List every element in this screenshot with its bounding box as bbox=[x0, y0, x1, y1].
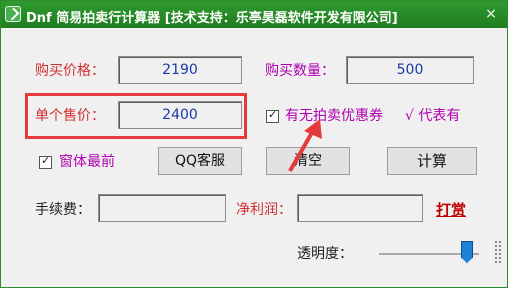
reward-link[interactable]: 打赏 bbox=[436, 199, 466, 220]
topmost-checkbox[interactable] bbox=[39, 154, 52, 169]
arrow-icon bbox=[288, 119, 322, 172]
unit-price-label: 单个售价： bbox=[35, 108, 105, 124]
qq-service-button[interactable]: QQ客服 bbox=[158, 147, 242, 175]
topmost-label: 窗体最前 bbox=[59, 154, 115, 170]
window-title: Dnf 简易拍卖行计算器 [技术支持：乐亭昊磊软件开发有限公司] bbox=[26, 11, 398, 26]
close-icon[interactable]: × bbox=[482, 5, 500, 23]
profit-label: 净利润： bbox=[236, 202, 292, 218]
transparency-slider-thumb[interactable] bbox=[461, 241, 473, 263]
calculate-button[interactable]: 计算 bbox=[387, 147, 477, 175]
app-icon bbox=[5, 6, 21, 22]
purchase-quantity-label: 购买数量： bbox=[265, 63, 335, 79]
profit-output[interactable] bbox=[297, 194, 423, 222]
transparency-label: 透明度： bbox=[297, 246, 353, 262]
coupon-note: √ 代表有 bbox=[405, 108, 461, 124]
purchase-quantity-input[interactable]: 500 bbox=[346, 56, 474, 84]
app-window: Dnf 简易拍卖行计算器 [技术支持：乐亭昊磊软件开发有限公司] × 购买价格：… bbox=[0, 0, 508, 288]
resize-grip-icon[interactable] bbox=[493, 239, 503, 265]
purchase-price-label: 购买价格： bbox=[35, 63, 105, 79]
title-bar[interactable]: Dnf 简易拍卖行计算器 [技术支持：乐亭昊磊软件开发有限公司] × bbox=[1, 1, 507, 28]
purchase-price-input[interactable]: 2190 bbox=[118, 56, 242, 84]
fee-label: 手续费： bbox=[35, 202, 91, 218]
unit-price-input[interactable]: 2400 bbox=[118, 101, 242, 129]
coupon-checkbox[interactable] bbox=[266, 108, 279, 123]
fee-output[interactable] bbox=[98, 194, 226, 222]
